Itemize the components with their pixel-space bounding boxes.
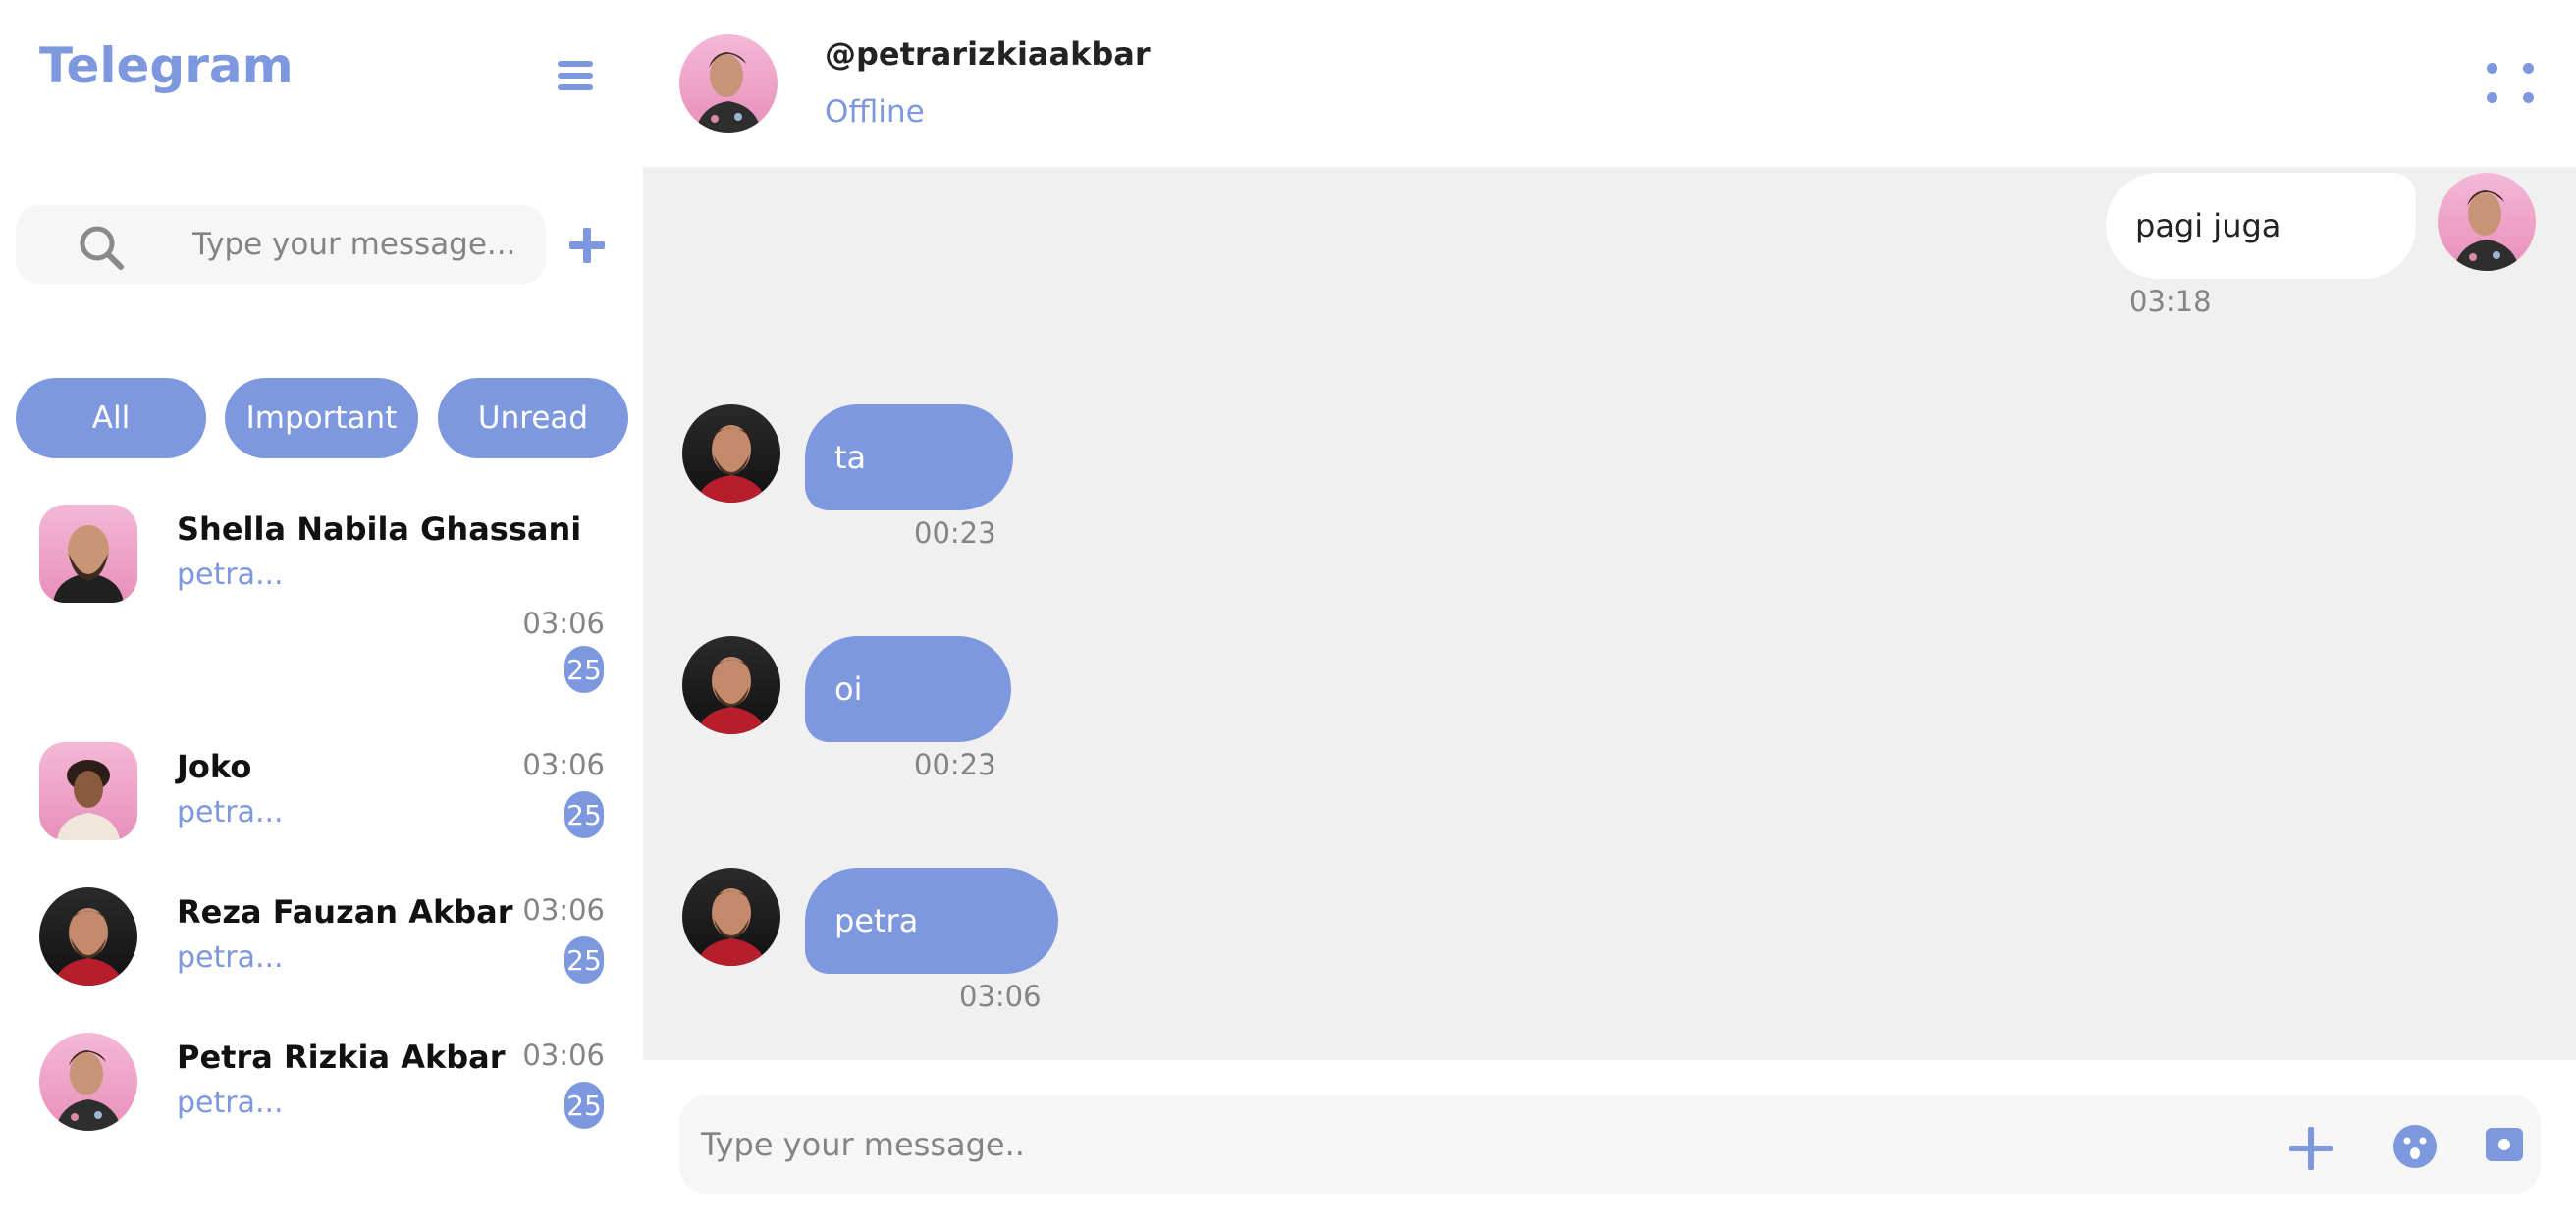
contact-time: 03:06 — [522, 748, 605, 781]
sidebar: Telegram All Important Unread Shella Nab… — [0, 0, 643, 1227]
contact-time: 03:06 — [522, 893, 605, 927]
message-area[interactable]: pagi juga 03:18 ta 00:23 oi 00:23 petra … — [643, 167, 2576, 1060]
composer-box — [679, 1095, 2541, 1194]
contact-item[interactable]: Joko petra... 03:06 25 — [0, 740, 643, 858]
search-input[interactable] — [192, 225, 526, 264]
contact-preview: petra... — [177, 940, 284, 975]
avatar — [39, 887, 137, 986]
filter-unread-button[interactable]: Unread — [438, 378, 628, 458]
sender-avatar — [682, 404, 780, 503]
contact-preview: petra... — [177, 558, 284, 592]
message-time: 03:06 — [959, 980, 1042, 1013]
composer — [643, 1060, 2576, 1227]
message-bubble-outgoing: pagi juga — [2106, 173, 2416, 279]
unread-badge: 25 — [564, 1082, 604, 1129]
sender-avatar — [682, 868, 780, 966]
contact-name: Petra Rizkia Akbar — [177, 1039, 506, 1076]
contact-name: Joko — [177, 748, 252, 785]
grid-dots-icon[interactable] — [2487, 63, 2534, 110]
contact-name: Reza Fauzan Akbar — [177, 893, 513, 931]
chat-status: Offline — [825, 94, 925, 130]
contact-item[interactable]: Petra Rizkia Akbar petra... 03:06 25 — [0, 1031, 643, 1148]
contact-name: Shella Nabila Ghassani — [177, 510, 582, 548]
unread-badge: 25 — [564, 936, 604, 984]
search-box — [16, 205, 546, 284]
contact-time: 03:06 — [522, 1039, 605, 1072]
add-chat-plus-icon[interactable] — [567, 226, 607, 265]
message-bubble-incoming: oi — [805, 636, 1011, 742]
contact-item[interactable]: Shella Nabila Ghassani petra... 03:06 25 — [0, 503, 643, 699]
message-time: 03:18 — [2129, 285, 2212, 318]
contact-item[interactable]: Reza Fauzan Akbar petra... 03:06 25 — [0, 885, 643, 1003]
message-bubble-incoming: ta — [805, 404, 1013, 510]
search-icon — [80, 226, 124, 270]
sender-avatar — [2438, 173, 2536, 271]
contact-preview: petra... — [177, 1086, 284, 1120]
avatar — [39, 742, 137, 840]
app-title: Telegram — [39, 37, 294, 94]
contact-preview: petra... — [177, 795, 284, 829]
chat-header: @petrarizkiaakbar Offline — [643, 0, 2576, 167]
plus-icon[interactable] — [2287, 1125, 2334, 1172]
unread-badge: 25 — [564, 791, 604, 838]
avatar — [39, 505, 137, 603]
camera-icon[interactable] — [2485, 1125, 2524, 1164]
contact-time: 03:06 — [522, 607, 605, 640]
hamburger-menu-icon[interactable] — [558, 61, 593, 90]
filter-all-button[interactable]: All — [16, 378, 206, 458]
sender-avatar — [682, 636, 780, 734]
emoji-icon[interactable] — [2391, 1123, 2439, 1170]
avatar — [39, 1033, 137, 1131]
unread-badge: 25 — [564, 646, 604, 693]
message-time: 00:23 — [914, 516, 996, 550]
chat-username: @petrarizkiaakbar — [825, 35, 1151, 73]
message-bubble-incoming: petra — [805, 868, 1058, 974]
message-time: 00:23 — [914, 748, 996, 781]
filter-important-button[interactable]: Important — [225, 378, 418, 458]
message-input[interactable] — [701, 1123, 2174, 1166]
chat-avatar[interactable] — [679, 34, 778, 133]
